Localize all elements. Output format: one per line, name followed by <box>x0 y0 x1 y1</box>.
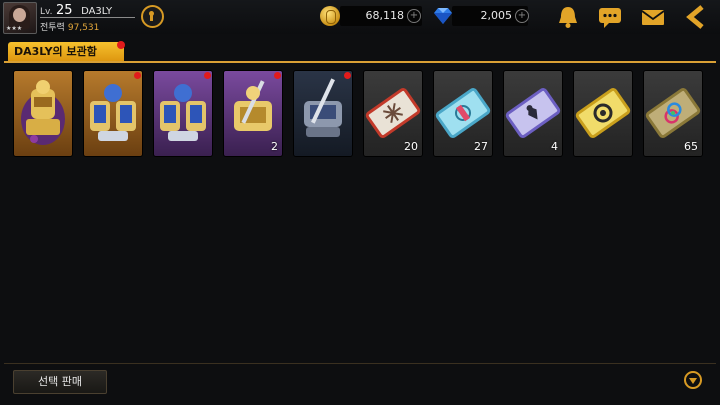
mail-icon[interactable] <box>639 4 667 30</box>
item-slot[interactable] <box>84 71 142 156</box>
diamond-icon <box>434 8 452 24</box>
combat-power: 전투력 97,531 <box>40 20 99 33</box>
map-pin-icon[interactable] <box>141 5 164 28</box>
level-value: 25 <box>56 3 73 18</box>
chat-icon[interactable] <box>596 4 624 30</box>
add-gold-button[interactable]: + <box>407 9 421 23</box>
armor-set-icon <box>160 84 206 141</box>
item-slot[interactable]: 4 <box>504 71 562 156</box>
item-slot[interactable] <box>154 71 212 156</box>
bell-icon[interactable] <box>554 4 582 30</box>
avatar-face <box>13 8 26 22</box>
armor-set-icon <box>304 78 342 137</box>
gold-coin-icon <box>320 6 340 26</box>
gem-amount: 2,005 <box>480 9 513 22</box>
player-level-row: Lv. 25 DA3LY <box>40 3 112 18</box>
xp-bar <box>40 17 135 18</box>
item-slot[interactable]: 27 <box>434 71 492 156</box>
gold-amount: 68,118 <box>365 9 405 22</box>
new-item-dot <box>134 72 141 79</box>
level-prefix: Lv. <box>40 7 53 17</box>
new-item-dot <box>344 72 351 79</box>
armor-set-icon <box>90 84 136 141</box>
avatar[interactable]: ★★★ <box>3 2 37 34</box>
item-slot[interactable] <box>14 71 72 156</box>
new-item-dot <box>204 72 211 79</box>
tab-underline <box>4 61 716 63</box>
item-quantity: 4 <box>551 140 558 153</box>
expand-down-icon[interactable] <box>684 371 702 389</box>
back-arrow-icon[interactable] <box>682 4 710 30</box>
player-name: DA3LY <box>81 6 113 17</box>
item-quantity: 65 <box>684 140 698 153</box>
item-slot[interactable] <box>574 71 632 156</box>
item-slot[interactable]: 20 <box>364 71 422 156</box>
keyhole-stem <box>150 15 153 21</box>
add-gems-button[interactable]: + <box>515 9 529 23</box>
new-item-dot <box>274 72 281 79</box>
tab-notification-dot <box>117 41 125 49</box>
inventory-tab[interactable]: DA3LY의 보관함 <box>8 42 124 61</box>
rank-stars: ★★★ <box>6 25 23 32</box>
ticket-icon <box>575 88 631 138</box>
footer-divider <box>4 363 716 364</box>
armor-set-icon <box>21 80 65 145</box>
item-quantity: 27 <box>474 140 488 153</box>
item-quantity: 20 <box>404 140 418 153</box>
combat-power-label: 전투력 <box>40 23 65 33</box>
item-slot[interactable]: 65 <box>644 71 702 156</box>
combat-power-value: 97,531 <box>67 23 100 33</box>
item-slot[interactable]: 2 <box>224 71 282 156</box>
item-slot[interactable] <box>294 71 352 156</box>
item-quantity: 2 <box>271 140 278 153</box>
select-sell-button[interactable]: 선택 판매 <box>13 370 107 394</box>
